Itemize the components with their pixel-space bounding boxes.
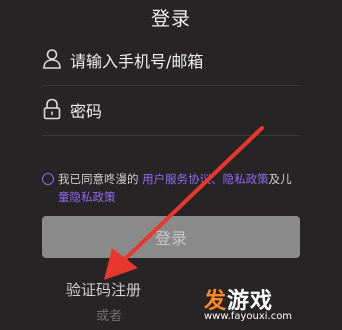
radio-circle-icon[interactable] (42, 173, 54, 185)
privacy-policy-link[interactable]: 隐私政策 (223, 172, 269, 186)
password-placeholder: 密码 (70, 102, 103, 121)
agreement-separator: 、 (211, 172, 223, 186)
field-underline (42, 135, 300, 136)
code-register-link[interactable]: 验证码注册 (66, 279, 141, 300)
watermark-logo: 发游戏 www.fayouxi.com (196, 283, 342, 330)
agreement-prefix: 我已同意咚漫的 (58, 172, 143, 186)
or-label: 或者 (96, 309, 123, 324)
watermark-url: www.fayouxi.com (204, 311, 293, 322)
field-underline (42, 85, 300, 86)
user-icon (42, 48, 62, 70)
lock-icon (42, 98, 62, 120)
phone-email-placeholder: 请输入手机号/邮箱 (70, 52, 204, 71)
user-service-agreement-link[interactable]: 用户服务协议 (142, 172, 211, 186)
agreement-and: 及儿 (268, 172, 292, 186)
agreement-row: 我已同意咚漫的 用户服务协议、隐私政策及儿 童隐私政策 (42, 170, 332, 206)
password-field[interactable]: 密码 (42, 92, 300, 136)
phone-email-field[interactable]: 请输入手机号/邮箱 (42, 42, 300, 86)
login-button[interactable]: 登录 (42, 216, 300, 258)
child-privacy-policy-link[interactable]: 童隐私政策 (58, 188, 332, 206)
page-title: 登录 (150, 8, 191, 30)
